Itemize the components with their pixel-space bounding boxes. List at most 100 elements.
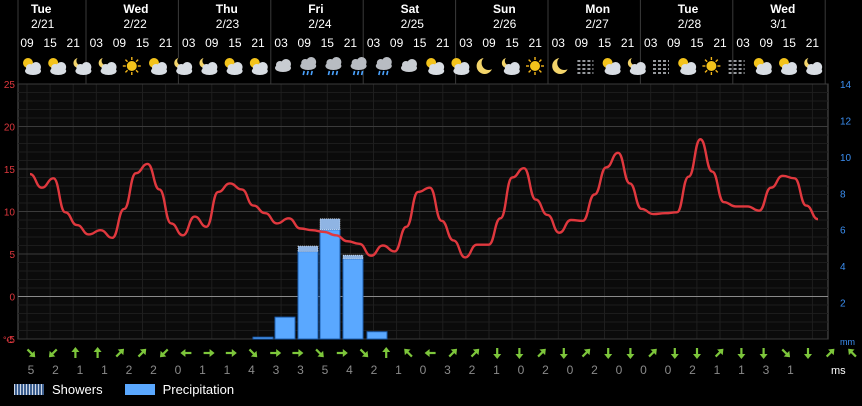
y-right-tick: 8 <box>840 189 846 200</box>
wind-row: 5 2 1 1 2 2 0 1 1 4 3 3 5 4 2 1 0 3 2 1 0 2 0 2 0 0 0 2 1 1 3 1 ms <box>26 347 857 377</box>
rain-icon <box>300 57 317 76</box>
legend-item-showers: Showers <box>14 382 103 397</box>
day-name: Mon <box>585 2 610 16</box>
precipitation-bar <box>319 229 341 340</box>
hour-label: 15 <box>321 36 335 50</box>
rain-icon <box>375 57 392 76</box>
wind-speed: 3 <box>444 363 451 377</box>
partly-sunny-icon <box>602 58 621 75</box>
wind-speed: 2 <box>689 363 696 377</box>
hour-label: 09 <box>482 36 496 50</box>
hour-label: 03 <box>274 36 288 50</box>
wind-arrow <box>26 348 36 358</box>
hour-label: 09 <box>575 36 589 50</box>
partly-cloudy-night-icon <box>73 57 92 75</box>
legend: Showers Precipitation <box>14 380 256 398</box>
hour-label: 15 <box>228 36 242 50</box>
wind-arrow <box>825 348 835 358</box>
legend-item-precipitation: Precipitation <box>124 382 234 397</box>
wind-speed: 0 <box>175 363 182 377</box>
wind-speed: 1 <box>738 363 745 377</box>
wind-arrow <box>759 348 768 359</box>
cloudy-icon <box>401 59 417 72</box>
wind-speed: 0 <box>616 363 623 377</box>
partly-sunny-icon <box>779 58 797 75</box>
wind-arrow <box>203 349 215 357</box>
hour-label: 21 <box>436 36 450 50</box>
wind-speed: 2 <box>150 363 157 377</box>
wind-arrow <box>670 348 679 359</box>
day-name: Wed <box>770 2 795 16</box>
wind-arrow <box>781 348 791 358</box>
partly-cloudy-night-icon <box>627 57 646 75</box>
wind-speed: 1 <box>714 363 721 377</box>
wind-arrow <box>559 348 568 359</box>
hour-label: 21 <box>621 36 635 50</box>
day-date: 2/27 <box>585 17 609 31</box>
wind-speed: 0 <box>420 363 427 377</box>
hour-label: 09 <box>390 36 404 50</box>
partly-cloudy-night-icon <box>174 57 193 75</box>
day-name: Tue <box>678 2 699 16</box>
wind-speed: 3 <box>273 363 280 377</box>
hour-label: 21 <box>251 36 265 50</box>
wind-arrow <box>71 347 80 358</box>
hour-label: 09 <box>205 36 219 50</box>
hour-label: 15 <box>413 36 427 50</box>
y-right-tick: 4 <box>840 262 846 273</box>
hour-label: 03 <box>367 36 381 50</box>
moon-icon <box>552 56 572 74</box>
wind-speed: 2 <box>591 363 598 377</box>
partly-sunny-icon <box>23 58 41 75</box>
y-left-tick: 5 <box>9 250 15 261</box>
y-right-tick: 14 <box>840 80 852 91</box>
y-right-tick: 10 <box>840 153 852 164</box>
wind-arrow <box>448 348 458 358</box>
wind-speed: 3 <box>763 363 770 377</box>
hour-label: 15 <box>505 36 519 50</box>
day-name: Tue <box>31 2 52 16</box>
y-left-tick: 25 <box>4 80 16 91</box>
wind-speed: 1 <box>395 363 402 377</box>
showers-bar <box>297 245 319 252</box>
y-left-tick: 15 <box>4 165 16 176</box>
sunny-icon <box>526 57 544 75</box>
partly-sunny-icon <box>451 58 470 75</box>
wind-arrow <box>648 348 657 358</box>
hour-label: 15 <box>43 36 57 50</box>
precipitation-bar <box>366 331 388 340</box>
partly-sunny-icon <box>753 58 772 75</box>
wind-arrow <box>180 349 192 357</box>
hour-label: 15 <box>783 36 797 50</box>
wind-speed: 5 <box>322 363 329 377</box>
day-name: Sun <box>493 2 516 16</box>
wind-arrow <box>470 348 480 358</box>
day-name: Wed <box>123 2 148 16</box>
partly-sunny-icon <box>48 58 67 75</box>
precipitation-bar <box>252 336 274 340</box>
wind-arrow <box>48 348 58 358</box>
y-right-unit: mm <box>840 337 855 347</box>
partly-cloudy-night-icon <box>98 57 117 75</box>
wind-arrow <box>115 348 125 358</box>
day-date: 2/23 <box>216 17 240 31</box>
wind-arrow <box>93 347 102 358</box>
wind-arrow <box>225 349 237 357</box>
partly-sunny-icon <box>224 58 243 75</box>
fog-icon <box>728 60 745 74</box>
wind-speed: 2 <box>542 363 549 377</box>
hour-label: 03 <box>644 36 658 50</box>
moon-icon <box>476 56 496 74</box>
wind-speed: 3 <box>297 363 304 377</box>
y-right-tick: 12 <box>840 116 852 127</box>
precipitation-swatch <box>124 383 155 395</box>
wind-speed: 2 <box>371 363 378 377</box>
showers-swatch <box>14 383 44 395</box>
day-date: 2/22 <box>123 17 147 31</box>
wind-arrow <box>315 348 324 358</box>
partly-cloudy-night-icon <box>501 57 520 75</box>
hour-label: 21 <box>344 36 358 50</box>
wind-arrow <box>537 348 546 358</box>
day-date: 2/26 <box>493 17 517 31</box>
partly-sunny-icon <box>678 58 697 75</box>
